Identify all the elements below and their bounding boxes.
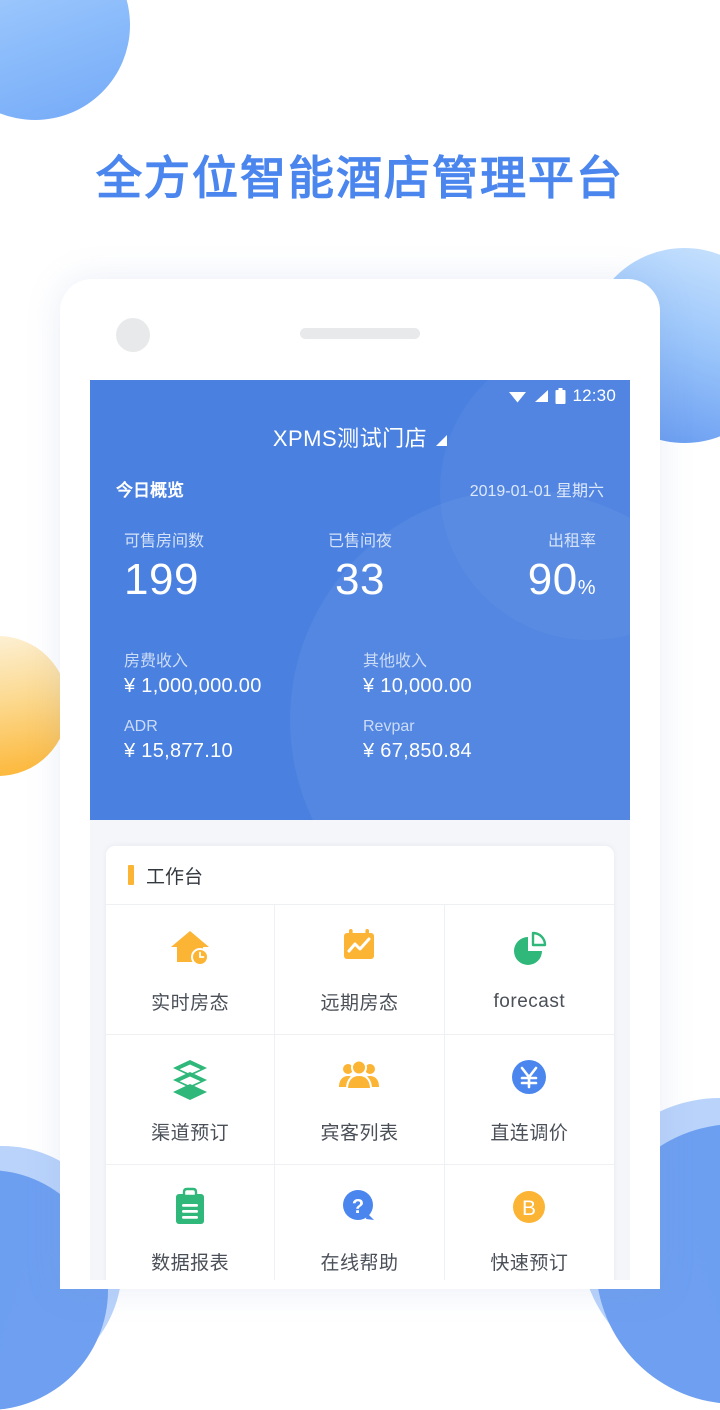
revenue-value: ¥ 1,000,000.00 (124, 674, 262, 697)
signal-icon (533, 389, 549, 403)
workbench-item-label: 渠道预订 (151, 1123, 230, 1144)
question-bubble-icon: ? (336, 1184, 382, 1230)
revenue-value: ¥ 67,850.84 (363, 739, 472, 762)
overview-row: 今日概览 2019-01-01 星期六 (90, 462, 630, 501)
kpi-label: 可售房间数 (124, 533, 205, 550)
layers-icon (167, 1054, 213, 1100)
kpi-occupancy-rate: 出租率 90% (439, 527, 608, 603)
workbench-item-label: 实时房态 (151, 993, 230, 1014)
app-screen: 12:30 XPMS测试门店 今日概览 2019-01-01 星期六 可售房间数… (90, 380, 630, 1280)
kpi-available-rooms: 可售房间数 199 (112, 527, 281, 603)
pie-chart-icon (506, 927, 552, 973)
revenue-label: ADR (124, 717, 158, 735)
workbench-item-quick-booking[interactable]: B 快速预订 (445, 1165, 614, 1280)
revenue-grid: 房费收入 ¥ 1,000,000.00 其他收入 ¥ 10,000.00 ADR… (90, 603, 630, 779)
workbench-item-label: 快速预订 (490, 1253, 569, 1274)
house-clock-icon (167, 924, 213, 970)
kpi-number: 90 (527, 555, 578, 604)
camera-dot-icon (116, 318, 150, 352)
revenue-label: 其他收入 (363, 652, 428, 670)
kpi-row: 可售房间数 199 已售间夜 33 出租率 90% (90, 501, 630, 603)
clipboard-icon (167, 1184, 213, 1230)
workbench-item-channel-booking[interactable]: 渠道预订 (106, 1035, 276, 1165)
decorative-circle-orange-left (0, 636, 68, 776)
hotel-name-label: XPMS测试门店 (272, 426, 428, 451)
workbench-item-label: 远期房态 (320, 993, 399, 1014)
b-circle-icon: B (506, 1184, 552, 1230)
yen-circle-icon (506, 1054, 552, 1100)
workbench-grid: 实时房态 远期房态 forecast 渠道预订 宾客列表 直连调价 数据报表 ?… (106, 904, 614, 1280)
calendar-chart-icon (336, 924, 382, 970)
hotel-selector[interactable]: XPMS测试门店 (90, 412, 630, 462)
overview-title: 今日概览 (116, 481, 184, 500)
revenue-other: 其他收入 ¥ 10,000.00 (363, 647, 602, 714)
revenue-revpar: Revpar ¥ 67,850.84 (363, 718, 602, 779)
wifi-icon (508, 389, 527, 403)
status-bar: 12:30 (90, 380, 630, 412)
svg-text:?: ? (352, 1196, 364, 1218)
kpi-number: 199 (124, 555, 199, 604)
revenue-adr: ADR ¥ 15,877.10 (124, 718, 363, 779)
workbench-item-direct-pricing[interactable]: 直连调价 (444, 1035, 614, 1165)
workbench-item-online-help[interactable]: ? 在线帮助 (275, 1165, 445, 1280)
revenue-value: ¥ 15,877.10 (124, 739, 233, 762)
kpi-label: 出租率 (547, 533, 596, 550)
workbench-header: 工作台 (106, 846, 614, 904)
workbench-item-label: 直连调价 (490, 1123, 569, 1144)
status-bar-time: 12:30 (572, 386, 616, 405)
workbench-item-label: forecast (493, 990, 566, 1012)
overview-date: 2019-01-01 星期六 (469, 483, 604, 500)
revenue-value: ¥ 10,000.00 (363, 674, 472, 697)
workbench-card: 工作台 实时房态 远期房态 forecast 渠道预订 宾客列表 直连调价 数据… (106, 846, 614, 1280)
svg-text:B: B (522, 1197, 536, 1220)
revenue-label: Revpar (363, 717, 415, 735)
workbench-item-guest-list[interactable]: 宾客列表 (275, 1035, 445, 1165)
kpi-sold-roomnights: 已售间夜 33 (281, 527, 438, 603)
users-icon (336, 1054, 382, 1100)
workbench-item-label: 在线帮助 (320, 1253, 399, 1274)
kpi-value: 90% (439, 557, 596, 603)
kpi-number: 33 (335, 555, 385, 604)
page-headline: 全方位智能酒店管理平台 (96, 152, 624, 204)
workbench-item-data-report[interactable]: 数据报表 (106, 1165, 276, 1280)
triangle-down-icon (436, 434, 448, 446)
app-header: 12:30 XPMS测试门店 今日概览 2019-01-01 星期六 可售房间数… (90, 380, 630, 820)
workbench-item-label: 数据报表 (151, 1253, 230, 1274)
revenue-label: 房费收入 (124, 652, 189, 670)
kpi-value: 199 (124, 557, 281, 603)
workbench-title: 工作台 (146, 866, 204, 888)
kpi-value: 33 (281, 557, 438, 603)
kpi-label: 已售间夜 (327, 533, 392, 550)
workbench-item-future-rooms[interactable]: 远期房态 (275, 905, 445, 1035)
accent-bar-icon (128, 865, 134, 885)
workbench-item-forecast[interactable]: forecast (444, 905, 614, 1035)
battery-icon (555, 388, 566, 404)
decorative-circle-top-left (0, 0, 130, 120)
revenue-room: 房费收入 ¥ 1,000,000.00 (124, 647, 363, 714)
workbench-item-realtime-rooms[interactable]: 实时房态 (106, 905, 276, 1035)
earpiece-speaker-icon (300, 328, 420, 339)
workbench-item-label: 宾客列表 (320, 1123, 399, 1144)
kpi-unit: % (577, 577, 596, 599)
